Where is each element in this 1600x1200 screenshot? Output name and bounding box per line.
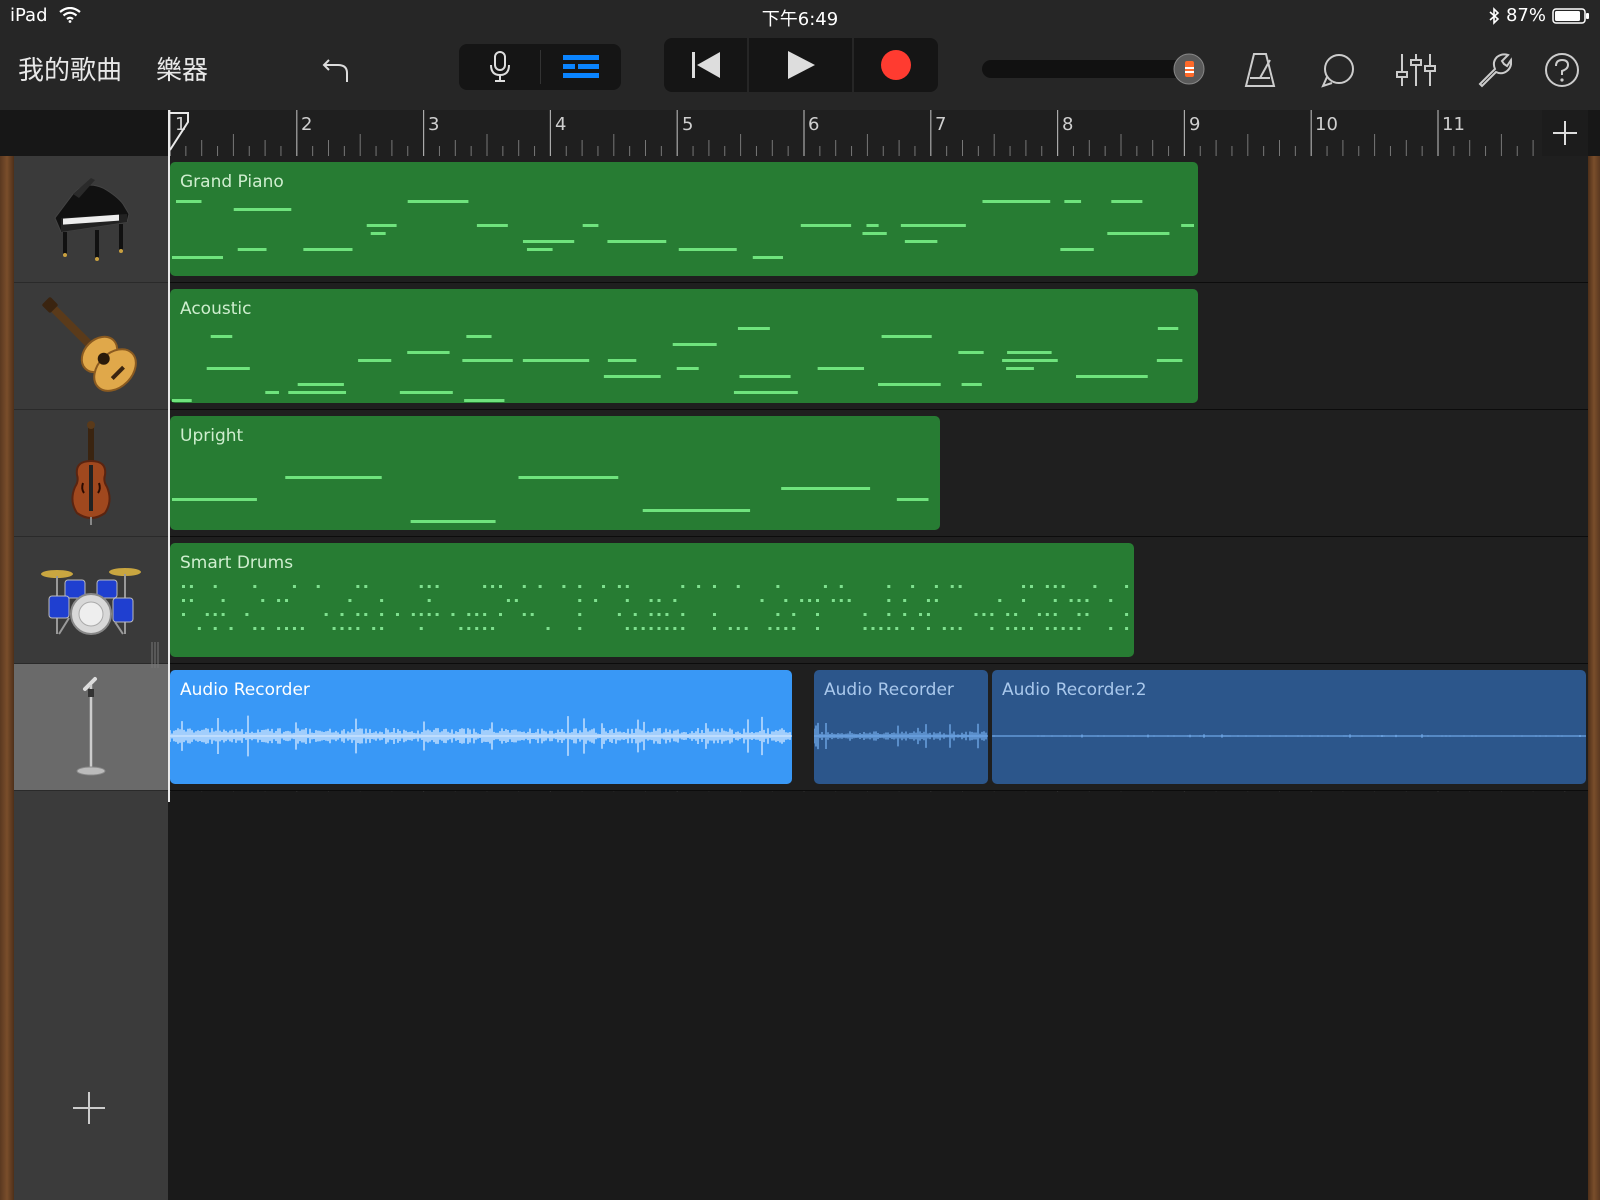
bar-number: 9 (1189, 114, 1201, 135)
bar-number: 5 (682, 114, 694, 135)
timeline-ruler[interactable]: 1 2 3 4 5 6 7 8 9 10 11 (168, 110, 1542, 157)
plus-icon (1553, 121, 1577, 145)
resize-grip-icon[interactable] (150, 642, 160, 668)
drum-kit-icon (41, 568, 141, 635)
record-button[interactable] (854, 38, 938, 92)
region-audio-recorder-1[interactable]: Audio Recorder (170, 670, 792, 784)
upright-bass-icon (71, 421, 111, 525)
my-songs-button[interactable]: 我的歌曲 (18, 50, 122, 87)
audio-waveform (170, 715, 792, 757)
lane-grand-piano[interactable]: Grand Piano (168, 156, 1588, 283)
volume-knob-icon[interactable] (1172, 52, 1206, 86)
playhead-handle-icon[interactable] (168, 112, 190, 152)
wood-side-panel-left (0, 156, 14, 1200)
lane-smart-drums[interactable]: Smart Drums (168, 537, 1588, 664)
track-header-grand-piano[interactable] (14, 156, 168, 283)
lane-acoustic[interactable]: Acoustic (168, 283, 1588, 410)
loop-browser-button[interactable] (1316, 48, 1360, 92)
drum-hits (182, 585, 1129, 630)
lane-audio-recorder[interactable]: Audio Recorder Audio Recorder Audio Reco… (168, 664, 1588, 791)
midi-notes (172, 327, 1183, 402)
clock: 下午6:49 (761, 9, 839, 30)
bar-number: 8 (1062, 114, 1074, 135)
grand-piano-icon (54, 178, 130, 261)
bar-number: 6 (808, 114, 820, 135)
midi-notes (172, 476, 929, 523)
skip-back-icon (691, 52, 720, 78)
wrench-icon (1478, 53, 1512, 88)
bar-number: 3 (428, 114, 440, 135)
bar-number: 2 (301, 114, 313, 135)
lane-upright[interactable]: Upright (168, 410, 1588, 537)
transport-controls (664, 38, 938, 92)
battery-icon (1552, 7, 1589, 24)
bar-number: 10 (1315, 114, 1338, 135)
undo-icon (322, 59, 348, 82)
region-upright[interactable]: Upright (170, 416, 940, 530)
mixer-icon (1396, 54, 1436, 86)
mixer-button[interactable] (1394, 48, 1438, 92)
track-headers (14, 156, 168, 1200)
microphone-stand-icon (76, 677, 106, 776)
audio-waveform (992, 734, 1586, 738)
audio-waveform (814, 722, 988, 750)
status-bar: iPad 下午6:49 87% (0, 0, 1600, 30)
bar-number: 11 (1442, 114, 1465, 135)
metronome-button[interactable] (1238, 48, 1282, 92)
region-acoustic[interactable]: Acoustic (170, 289, 1198, 403)
status-right: 87% (1488, 5, 1590, 26)
undo-button[interactable] (314, 48, 358, 92)
track-header-audio-recorder[interactable] (14, 664, 168, 791)
recorder-view-button[interactable] (459, 44, 540, 90)
record-icon (881, 50, 911, 80)
settings-button[interactable] (1472, 48, 1516, 92)
toolbar: 我的歌曲 樂器 (0, 30, 1600, 110)
add-track-icon[interactable] (71, 1090, 107, 1126)
battery-percent: 87% (1505, 5, 1546, 26)
metronome-icon (1244, 53, 1276, 87)
play-icon (787, 51, 815, 79)
region-smart-drums[interactable]: Smart Drums (170, 543, 1134, 657)
master-volume-slider[interactable] (982, 53, 1206, 85)
track-header-smart-drums[interactable] (14, 537, 168, 664)
track-header-upright[interactable] (14, 410, 168, 537)
play-button[interactable] (749, 38, 852, 92)
microphone-icon (489, 51, 510, 82)
help-button[interactable] (1540, 48, 1584, 92)
tracks-view-icon (563, 55, 599, 78)
track-header-acoustic[interactable] (14, 283, 168, 410)
region-audio-recorder-2b[interactable]: Audio Recorder.2 (992, 670, 1586, 784)
add-section-button[interactable] (1542, 110, 1588, 156)
midi-notes (172, 200, 1194, 259)
go-to-beginning-button[interactable] (664, 38, 747, 92)
help-icon (1545, 53, 1579, 87)
tracks-view-button[interactable] (541, 44, 621, 90)
acoustic-guitar-icon (42, 297, 137, 392)
region-audio-recorder-2[interactable]: Audio Recorder (814, 670, 988, 784)
bar-number: 7 (935, 114, 947, 135)
playhead[interactable] (168, 110, 170, 802)
view-toggle (459, 44, 621, 90)
loop-icon (1321, 54, 1354, 88)
instruments-button[interactable]: 樂器 (156, 50, 208, 87)
region-grand-piano[interactable]: Grand Piano (170, 162, 1198, 276)
bar-number: 4 (555, 114, 567, 135)
bluetooth-icon (1489, 6, 1500, 25)
wood-side-panel-right (1588, 156, 1600, 1200)
track-area[interactable]: Grand Piano Acoustic Upright Smart Drums… (168, 156, 1588, 1200)
